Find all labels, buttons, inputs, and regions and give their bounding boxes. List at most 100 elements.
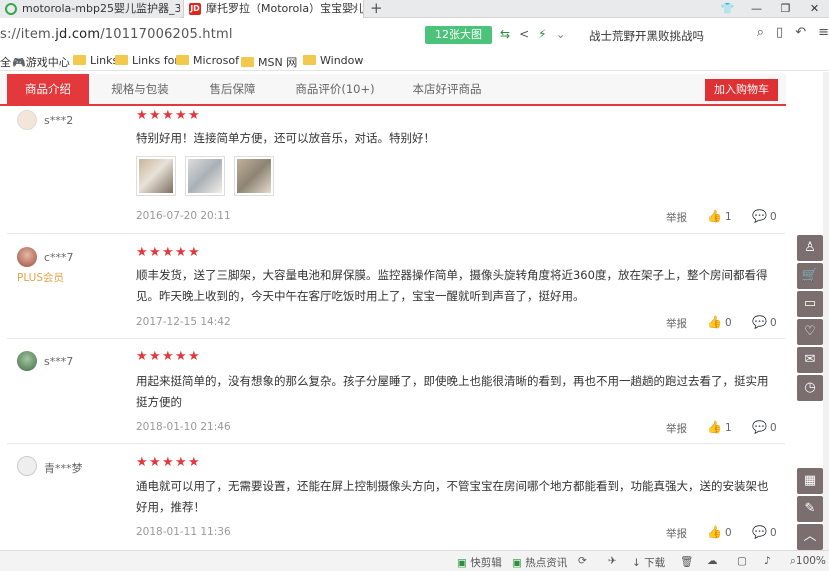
tab-title: 摩托罗拉（Motorola）宝宝婴儿 bbox=[206, 2, 364, 15]
bookmark-start: 全 bbox=[0, 56, 11, 69]
refresh-icon[interactable]: ⟳ bbox=[578, 555, 587, 567]
star-icon: ★ bbox=[149, 349, 161, 364]
qrcode-icon[interactable]: ▦ bbox=[797, 468, 823, 494]
close-window-button[interactable]: ✕ bbox=[800, 0, 829, 18]
download[interactable]: ↓ 下载 bbox=[632, 555, 665, 570]
clip-icon: ▣ bbox=[457, 557, 467, 569]
tab-specs[interactable]: 规格与包装 bbox=[100, 74, 180, 104]
like-button[interactable]: 👍 1 bbox=[707, 420, 732, 434]
menu-icon[interactable]: ≡ bbox=[818, 25, 829, 40]
pin-icon[interactable]: ✈ bbox=[608, 555, 617, 567]
comment-icon: 💬 bbox=[752, 420, 767, 434]
avatar bbox=[17, 110, 37, 130]
scrollbar[interactable] bbox=[823, 72, 829, 550]
browser-tab-1[interactable]: motorola-mbp25婴儿监护器_3 bbox=[0, 0, 180, 18]
bookmark-microsoft[interactable]: Microsof bbox=[176, 54, 239, 67]
restore-button[interactable]: ❐ bbox=[771, 0, 800, 18]
bookmark-window[interactable]: Window bbox=[303, 54, 363, 67]
review-text: 用起来挺简单的，没有想象的那么复杂。孩子分屋睡了，即使晚上也能很清晰的看到，再也… bbox=[136, 374, 769, 409]
window-icon[interactable]: ▢ bbox=[737, 555, 747, 567]
tab-reviews[interactable]: 商品评价(10+) bbox=[285, 74, 385, 104]
rating-stars: ★ ★ ★ ★ ★ bbox=[136, 245, 200, 260]
star-icon: ★ bbox=[162, 108, 174, 123]
share-icon[interactable]: < bbox=[519, 27, 529, 41]
star-icon: ★ bbox=[162, 245, 174, 260]
gamepad-icon: 🎮 bbox=[12, 56, 26, 69]
review-divider bbox=[7, 443, 785, 444]
assets-icon[interactable]: ▭ bbox=[797, 291, 823, 317]
comment-icon: 💬 bbox=[752, 315, 767, 329]
message-icon[interactable]: ✉ bbox=[797, 347, 823, 373]
comment-button[interactable]: 💬 0 bbox=[752, 209, 777, 223]
star-icon: ★ bbox=[149, 245, 161, 260]
review-image-thumb[interactable] bbox=[234, 156, 274, 196]
history-icon[interactable]: ◷ bbox=[797, 375, 823, 401]
comment-icon: 💬 bbox=[752, 209, 767, 223]
bookmark-msn[interactable]: MSN 网 bbox=[241, 54, 297, 70]
add-to-cart-button[interactable]: 加入购物车 bbox=[705, 79, 778, 101]
back-to-top-icon[interactable]: ︿ bbox=[797, 524, 823, 550]
hot-news[interactable]: ▣ 热点资讯 bbox=[512, 555, 567, 570]
star-icon: ★ bbox=[175, 108, 187, 123]
chevron-down-icon[interactable]: ⌄ bbox=[556, 27, 566, 41]
avatar bbox=[17, 247, 37, 267]
folder-icon bbox=[241, 57, 254, 67]
cloud-icon[interactable]: ☁ bbox=[707, 555, 718, 567]
address-bar: s://item.jd.com/10117006205.html 12张大图 ⇆… bbox=[0, 22, 829, 50]
browser-tab-bar: motorola-mbp25婴儿监护器_3 JD 摩托罗拉（Motorola）宝… bbox=[0, 0, 829, 18]
comment-button[interactable]: 💬 0 bbox=[752, 315, 777, 329]
search-box[interactable]: 战士荒野开黑败挑战吗 bbox=[589, 28, 704, 44]
star-icon: ★ bbox=[188, 455, 200, 470]
star-icon: ★ bbox=[175, 349, 187, 364]
skin-icon[interactable]: 👕 bbox=[713, 0, 742, 18]
tab-shop-favorites[interactable]: 本店好评商品 bbox=[397, 74, 497, 104]
review-text: 通电就可以用了，无需要设置，还能在屏上控制摄像头方向，不管宝宝在房间哪个地方都能… bbox=[136, 479, 769, 514]
trash-icon[interactable]: 🗑 bbox=[680, 555, 693, 568]
review-image-thumb[interactable] bbox=[185, 156, 225, 196]
review-username: 青***梦 bbox=[44, 462, 83, 475]
url-field[interactable]: s://item.jd.com/10117006205.html bbox=[0, 27, 233, 42]
report-link[interactable]: 举报 bbox=[666, 210, 687, 225]
report-link[interactable]: 举报 bbox=[666, 316, 687, 331]
toolbar-right: ⌕ ▯ ↶ ≡ bbox=[757, 25, 829, 40]
image-count-badge[interactable]: 12张大图 bbox=[425, 26, 492, 44]
feedback-icon[interactable]: ✎ bbox=[797, 496, 823, 522]
tab-product-intro[interactable]: 商品介绍 bbox=[7, 74, 89, 104]
heart-icon[interactable]: ♡ bbox=[797, 319, 823, 345]
quick-clip[interactable]: ▣ 快剪辑 bbox=[457, 555, 502, 570]
volume-icon[interactable]: ♪ bbox=[764, 555, 771, 567]
star-icon: ★ bbox=[136, 455, 148, 470]
minimize-button[interactable]: — bbox=[742, 0, 771, 18]
review-date: 2017-12-15 14:42 bbox=[136, 316, 231, 328]
rating-stars: ★ ★ ★ ★ ★ bbox=[136, 349, 200, 364]
report-link[interactable]: 举报 bbox=[666, 526, 687, 541]
zoom-level[interactable]: ⌕100% bbox=[790, 555, 826, 568]
new-tab-button[interactable]: + bbox=[370, 0, 383, 17]
bookmark-links-for[interactable]: Links for bbox=[115, 54, 179, 67]
lightning-icon[interactable]: ⚡ bbox=[538, 27, 546, 41]
report-link[interactable]: 举报 bbox=[666, 421, 687, 436]
like-button[interactable]: 👍 0 bbox=[707, 525, 732, 539]
rating-stars: ★ ★ ★ ★ ★ bbox=[136, 455, 200, 470]
thumbs-up-icon: 👍 bbox=[707, 420, 722, 434]
bookmark-game-center[interactable]: 🎮游戏中心 bbox=[12, 54, 70, 70]
cart-icon[interactable]: 🛒 bbox=[797, 263, 823, 289]
like-button[interactable]: 👍 1 bbox=[707, 209, 732, 223]
user-icon[interactable]: ♙ bbox=[797, 235, 823, 261]
search-icon[interactable]: ⌕ bbox=[757, 25, 764, 40]
review-date: 2018-01-10 21:46 bbox=[136, 421, 231, 433]
close-tab-icon[interactable]: ✕ bbox=[351, 0, 359, 18]
speed-icon[interactable]: ⇆ bbox=[500, 27, 510, 41]
review-image-thumb[interactable] bbox=[136, 156, 176, 196]
like-button[interactable]: 👍 0 bbox=[707, 315, 732, 329]
folder-icon bbox=[115, 55, 128, 65]
folder-icon bbox=[176, 55, 189, 65]
browser-tab-2[interactable]: JD 摩托罗拉（Motorola）宝宝婴儿 ✕ bbox=[183, 0, 364, 18]
bookmark-links[interactable]: Links bbox=[73, 54, 118, 67]
comment-button[interactable]: 💬 0 bbox=[752, 525, 777, 539]
tab-after-sales[interactable]: 售后保障 bbox=[195, 74, 270, 104]
star-icon: ★ bbox=[162, 349, 174, 364]
comment-button[interactable]: 💬 0 bbox=[752, 420, 777, 434]
phone-icon[interactable]: ▯ bbox=[776, 25, 783, 40]
undo-icon[interactable]: ↶ bbox=[795, 25, 806, 40]
